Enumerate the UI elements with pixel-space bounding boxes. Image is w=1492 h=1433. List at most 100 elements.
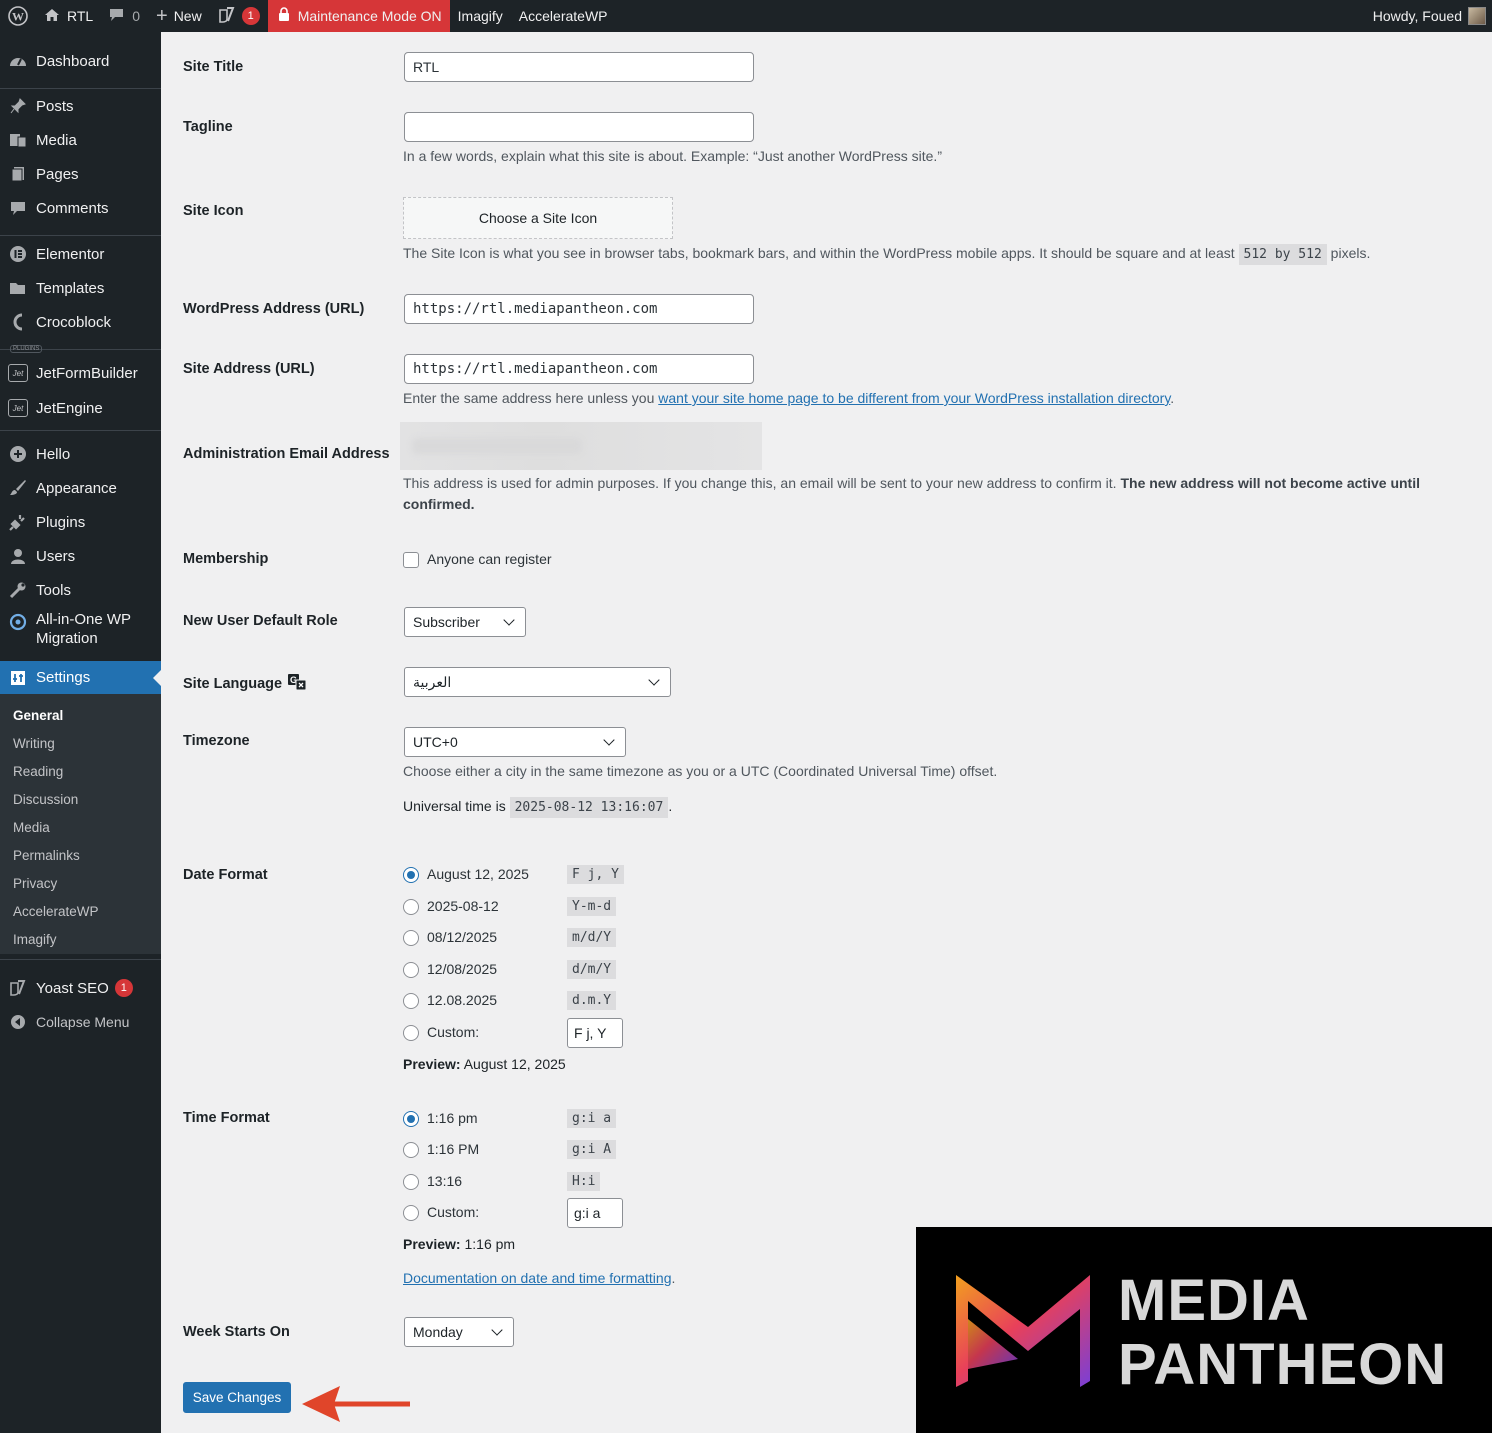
jet-icon: Jet	[0, 364, 36, 382]
date-format-custom-radio[interactable]	[403, 1025, 419, 1041]
comments-link[interactable]: 0	[101, 0, 148, 32]
date-format-code: Y-m-d	[567, 897, 617, 916]
time-format-radio[interactable]	[403, 1111, 419, 1127]
collapse-menu-button[interactable]: Collapse Menu	[0, 1005, 161, 1039]
time-format-custom-label[interactable]: Custom:	[427, 1204, 479, 1220]
site-address-desc-text: Enter the same address here unless you	[403, 390, 659, 406]
site-language-select[interactable]: العربية	[404, 667, 671, 697]
menu-separator	[0, 430, 161, 431]
site-icon-desc-text: The Site Icon is what you see in browser…	[403, 245, 1239, 261]
admin-email-input[interactable]	[400, 422, 762, 470]
sidebar-item-plugins[interactable]: Plugins	[0, 505, 161, 539]
date-format-radio[interactable]	[403, 962, 419, 978]
sidebar-item-settings[interactable]: Settings	[0, 661, 161, 694]
submenu-permalinks[interactable]: Permalinks	[13, 848, 80, 863]
sidebar-label: Templates	[36, 279, 105, 297]
date-format-option[interactable]: 12.08.2025	[427, 992, 497, 1008]
sidebar-label: Comments	[36, 199, 109, 217]
migration-label-line1: All-in-One WP	[36, 611, 132, 628]
date-format-option[interactable]: 12/08/2025	[427, 961, 497, 977]
sidebar-item-hello[interactable]: Hello	[0, 437, 161, 471]
submenu-media[interactable]: Media	[13, 820, 50, 835]
imagify-link[interactable]: Imagify	[450, 0, 511, 32]
sidebar-item-comments[interactable]: Comments	[0, 191, 161, 225]
save-changes-button[interactable]: Save Changes	[183, 1382, 291, 1413]
maintenance-mode-link[interactable]: Maintenance Mode ON	[267, 0, 450, 32]
account-menu[interactable]: Howdy, Foued	[1365, 0, 1492, 32]
time-format-option[interactable]: 1:16 pm	[427, 1110, 478, 1126]
default-role-select[interactable]: Subscriber	[404, 607, 526, 637]
submenu-general[interactable]: General	[13, 708, 63, 723]
site-address-help-link[interactable]: want your site home page to be different…	[658, 390, 1170, 406]
time-format-option[interactable]: 13:16	[427, 1173, 462, 1189]
time-format-code: H:i	[567, 1172, 601, 1191]
date-time-doc-link[interactable]: Documentation on date and time formattin…	[403, 1270, 672, 1286]
howdy-label: Howdy, Foued	[1372, 8, 1462, 24]
submenu-acceleratewp[interactable]: AccelerateWP	[13, 904, 99, 919]
submenu-writing[interactable]: Writing	[13, 736, 55, 751]
sidebar-item-migration[interactable]: All-in-One WP Migration	[0, 610, 161, 658]
sidebar-item-crocoblock[interactable]: Crocoblock	[0, 305, 161, 339]
week-starts-select[interactable]: Monday	[404, 1317, 514, 1347]
time-format-radio[interactable]	[403, 1142, 419, 1158]
sidebar-label: Dashboard	[36, 52, 110, 70]
sidebar-item-tools[interactable]: Tools	[0, 573, 161, 607]
crocoblock-icon	[0, 313, 36, 331]
date-format-option[interactable]: August 12, 2025	[427, 866, 529, 882]
timezone-value: UTC+0	[413, 734, 458, 750]
submenu-privacy[interactable]: Privacy	[13, 876, 57, 891]
sidebar-item-posts[interactable]: Posts	[0, 89, 161, 123]
date-format-custom-input[interactable]: F j, Y	[567, 1018, 623, 1048]
sidebar-item-templates[interactable]: Templates	[0, 271, 161, 305]
anyone-can-register-checkbox[interactable]	[403, 552, 419, 568]
site-address-input[interactable]: https://rtl.mediapantheon.com	[404, 354, 754, 384]
site-name-link[interactable]: RTL	[36, 0, 101, 32]
sidebar-item-jetengine[interactable]: Jet JetEngine	[0, 391, 161, 425]
pointer-arrow-icon	[302, 1386, 410, 1422]
yoast-adminbar-link[interactable]: 1	[210, 0, 268, 32]
submenu-reading[interactable]: Reading	[13, 764, 63, 779]
time-format-option[interactable]: 1:16 PM	[427, 1141, 479, 1157]
time-format-custom-radio[interactable]	[403, 1205, 419, 1221]
sidebar-item-dashboard[interactable]: Dashboard	[0, 44, 161, 78]
choose-site-icon-button[interactable]: Choose a Site Icon	[403, 197, 673, 239]
sidebar-item-pages[interactable]: Pages	[0, 157, 161, 191]
admin-bar: W RTL 0 + New 1 Maintenance Mode ON Imag…	[0, 0, 1492, 32]
date-format-radio[interactable]	[403, 867, 419, 883]
timezone-select[interactable]: UTC+0	[404, 727, 626, 757]
date-format-radio[interactable]	[403, 899, 419, 915]
anyone-can-register-label[interactable]: Anyone can register	[427, 551, 552, 567]
sidebar-item-media[interactable]: Media	[0, 123, 161, 157]
sidebar-item-jetformbuilder[interactable]: Jet JetFormBuilder	[0, 356, 161, 390]
jet-tag: Jet	[8, 364, 28, 382]
plus-icon: +	[156, 5, 168, 27]
wp-address-input[interactable]: https://rtl.mediapantheon.com	[404, 294, 754, 324]
time-format-custom-input[interactable]: g:i a	[567, 1198, 623, 1228]
submenu-imagify[interactable]: Imagify	[13, 932, 57, 947]
date-format-custom-label[interactable]: Custom:	[427, 1024, 479, 1040]
date-format-code: F j, Y	[567, 865, 624, 884]
date-format-option[interactable]: 08/12/2025	[427, 929, 497, 945]
sidebar-item-elementor[interactable]: Elementor	[0, 237, 161, 271]
new-content-link[interactable]: + New	[148, 0, 210, 32]
sidebar-label: Yoast SEO	[36, 979, 109, 997]
collapse-icon	[0, 1014, 36, 1030]
admin-email-desc-text: This address is used for admin purposes.…	[403, 475, 1121, 491]
date-format-radio[interactable]	[403, 993, 419, 1009]
date-format-radio[interactable]	[403, 930, 419, 946]
acceleratewp-link[interactable]: AccelerateWP	[511, 0, 616, 32]
sidebar-item-yoast[interactable]: Yoast SEO 1	[0, 971, 161, 1005]
submenu-discussion[interactable]: Discussion	[13, 792, 78, 807]
wordpress-logo-icon[interactable]: W	[0, 0, 36, 32]
site-title-input[interactable]: RTL	[404, 52, 754, 82]
menu-separator	[0, 959, 161, 960]
sidebar-item-users[interactable]: Users	[0, 539, 161, 573]
time-format-code: g:i a	[567, 1109, 617, 1128]
time-format-radio[interactable]	[403, 1174, 419, 1190]
tagline-input[interactable]	[404, 112, 754, 142]
logo-text-pantheon: PANTHEON	[1118, 1332, 1448, 1397]
date-format-option[interactable]: 2025-08-12	[427, 898, 499, 914]
chevron-down-icon	[603, 734, 615, 746]
sidebar-label: Pages	[36, 165, 79, 183]
sidebar-item-appearance[interactable]: Appearance	[0, 471, 161, 505]
